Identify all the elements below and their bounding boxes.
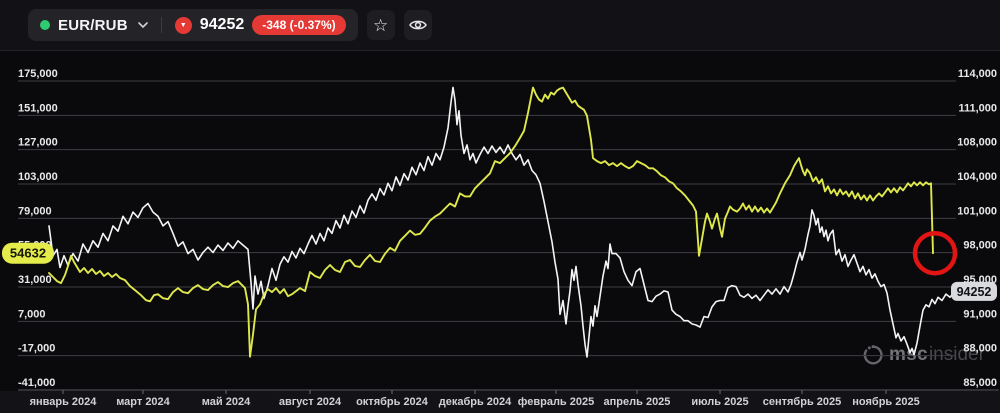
last-value-badge-left-text: 54632 xyxy=(10,246,46,261)
last-price: 94252 xyxy=(199,16,245,33)
market-open-dot xyxy=(40,20,50,30)
axis-label-left: 79,000 xyxy=(18,205,52,217)
red-circle-annotation xyxy=(912,230,958,276)
axis-label-right: 111,000 xyxy=(958,102,997,114)
month-label: февраль 2025 xyxy=(518,396,594,408)
month-label: январь 2024 xyxy=(30,396,98,408)
month-label: август 2024 xyxy=(279,396,342,408)
instrument-selector[interactable]: EUR/RUB ▼ 94252 -348 (-0.37%) xyxy=(28,9,358,41)
month-label: март 2024 xyxy=(116,396,170,408)
trading-chart-app: EUR/RUB ▼ 94252 -348 (-0.37%) ☆ msc insi… xyxy=(0,0,1000,413)
watchlist-eye-button[interactable] xyxy=(403,10,432,40)
month-label: октябрь 2024 xyxy=(356,396,429,408)
axis-label-left: 151,000 xyxy=(18,102,58,114)
axis-label-right: 108,000 xyxy=(957,137,997,149)
month-label: апрель 2025 xyxy=(604,396,671,408)
series-line-secondary-series xyxy=(48,86,934,358)
month-label: ноябрь 2025 xyxy=(852,396,919,408)
axis-label-left: -17,000 xyxy=(18,343,55,355)
eye-icon xyxy=(408,18,427,32)
month-label: июль 2025 xyxy=(691,396,748,408)
chevron-down-icon xyxy=(137,22,148,28)
month-label: сентябрь 2025 xyxy=(763,396,842,408)
price-chart-canvas[interactable]: 175,000 114,000 151,000 111,000 127,000 108,0… xyxy=(0,0,1000,413)
axis-label-right: 104,000 xyxy=(957,171,997,183)
month-label: май 2024 xyxy=(202,396,251,408)
axis-label-right: 88,000 xyxy=(963,343,997,355)
price-down-icon: ▼ xyxy=(174,16,192,34)
month-label: декабрь 2024 xyxy=(439,396,512,408)
favorite-button[interactable]: ☆ xyxy=(366,10,395,40)
axis-label-left: 127,000 xyxy=(18,137,58,149)
triangle-down-glyph: ▼ xyxy=(179,21,187,29)
divider xyxy=(160,17,162,33)
instrument-symbol: EUR/RUB xyxy=(58,16,128,34)
axis-label-right: 91,000 xyxy=(963,308,997,320)
axis-label-right: 98,000 xyxy=(963,240,997,252)
axis-label-right: 85,000 xyxy=(963,377,997,389)
axis-label-right: 114,000 xyxy=(958,68,997,80)
axis-label-left: 31,000 xyxy=(18,274,52,286)
change-badge: -348 (-0.37%) xyxy=(252,15,346,35)
axis-label-right: 101,000 xyxy=(957,205,997,217)
last-value-badge-right-text: 94252 xyxy=(957,285,992,299)
series-line-eur-rub xyxy=(48,86,959,358)
star-icon: ☆ xyxy=(373,15,389,35)
axis-label-left: 7,000 xyxy=(18,308,46,320)
axis-label-left: 103,000 xyxy=(18,171,58,183)
axis-label-left: -41,000 xyxy=(18,377,55,389)
axis-label-left: 175,000 xyxy=(18,68,58,80)
top-bar: EUR/RUB ▼ 94252 -348 (-0.37%) ☆ xyxy=(0,0,1000,51)
